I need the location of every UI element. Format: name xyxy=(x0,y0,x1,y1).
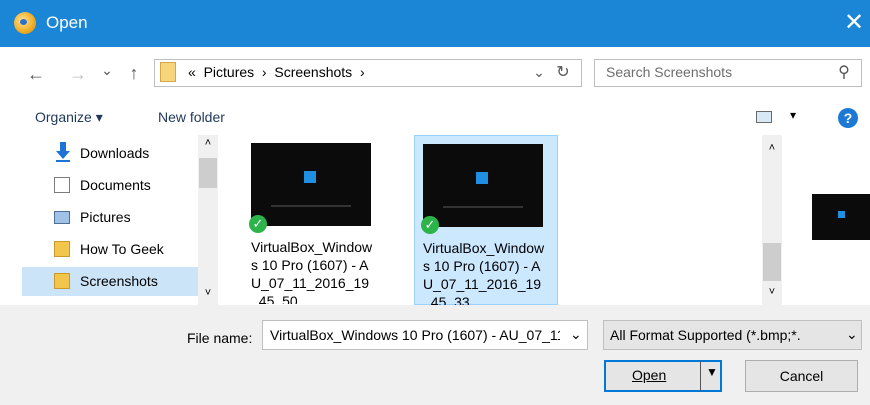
sidebar-item-label: Screenshots xyxy=(80,273,158,289)
recent-locations-button[interactable]: ⌄ xyxy=(100,60,114,80)
chevron-down-icon[interactable]: ⌄ xyxy=(846,326,858,343)
open-dropdown-arrow-icon[interactable]: ▼ xyxy=(706,365,718,379)
title-bar xyxy=(0,0,870,47)
open-dialog-icon xyxy=(14,12,36,34)
sync-check-icon: ✓ xyxy=(249,215,267,233)
file-name-label: File name: xyxy=(187,330,253,346)
sidebar-item-screenshots[interactable]: Screenshots 📌 xyxy=(22,267,218,296)
pictures-icon xyxy=(54,211,70,224)
help-icon[interactable]: ? xyxy=(838,108,858,128)
up-button[interactable]: ↑ xyxy=(124,63,144,83)
file-name: VirtualBox_Windows 10 Pro (1607) - AU_07… xyxy=(251,239,373,304)
sidebar-item-label: Pictures xyxy=(80,209,131,225)
sidebar-item-downloads[interactable]: Downloads 📌 xyxy=(22,139,218,168)
content-scroll-down-button[interactable]: ˅ xyxy=(766,286,778,298)
cancel-button[interactable]: Cancel xyxy=(745,360,858,392)
folder-icon xyxy=(160,62,176,82)
back-button[interactable]: ← xyxy=(24,64,48,84)
refresh-icon[interactable]: ↻ xyxy=(553,63,573,83)
sidebar-item-label: How To Geek xyxy=(80,241,164,257)
view-dropdown-button[interactable]: ▾ xyxy=(790,108,796,122)
windows-logo-icon xyxy=(476,172,488,184)
sidebar-scroll-down-button[interactable]: ˅ xyxy=(202,287,214,299)
organize-button[interactable]: Organize ▾ xyxy=(35,109,103,126)
windows-logo-icon xyxy=(838,211,845,218)
preview-pane-thumbnail xyxy=(812,194,870,240)
content-scroll-thumb[interactable] xyxy=(763,243,781,281)
breadcrumb[interactable]: « Pictures › Screenshots › xyxy=(188,64,365,80)
sidebar-item-label: Downloads xyxy=(80,145,150,161)
file-item[interactable]: ✓ VirtualBox_Windows 10 Pro (1607) - AU_… xyxy=(414,135,558,305)
sidebar-item-how-to-geek[interactable]: How To Geek 📌 xyxy=(22,235,218,264)
file-thumbnail xyxy=(251,143,371,226)
split-divider xyxy=(700,361,701,391)
file-name: VirtualBox_Windows 10 Pro (1607) - AU_07… xyxy=(423,240,545,305)
file-item[interactable]: ✓ VirtualBox_Windows 10 Pro (1607) - AU_… xyxy=(243,135,377,305)
close-button[interactable]: ✕ xyxy=(838,6,870,40)
sidebar-item-pictures[interactable]: Pictures 📌 xyxy=(22,203,218,232)
document-icon xyxy=(54,177,70,193)
window-title: Open xyxy=(46,13,88,32)
folder-synced-icon xyxy=(54,241,70,257)
view-options-icon[interactable] xyxy=(756,111,772,123)
search-input[interactable]: Search Screenshots xyxy=(606,64,732,80)
forward-button[interactable]: → xyxy=(68,64,88,84)
sidebar-scroll-up-button[interactable]: ˄ xyxy=(202,137,214,149)
content-scroll-up-button[interactable]: ˄ xyxy=(766,142,778,154)
file-type-value[interactable]: All Format Supported (*.bmp;*. xyxy=(610,327,842,343)
windows-logo-icon xyxy=(304,171,316,183)
sidebar-item-documents[interactable]: Documents 📌 xyxy=(22,171,218,200)
file-name-input[interactable]: VirtualBox_Windows 10 Pro (1607) - AU_07… xyxy=(270,327,560,343)
new-folder-button[interactable]: New folder xyxy=(158,109,225,125)
search-icon[interactable]: ⚲ xyxy=(834,63,854,83)
file-thumbnail xyxy=(423,144,543,227)
sidebar-scroll-thumb[interactable] xyxy=(199,158,217,188)
download-arrow-icon xyxy=(56,142,70,162)
open-button-label[interactable]: Open xyxy=(632,367,666,383)
sidebar-item-label: Documents xyxy=(80,177,151,193)
sync-check-icon: ✓ xyxy=(421,216,439,234)
chevron-down-icon[interactable]: ⌄ xyxy=(570,326,582,343)
address-dropdown-button[interactable]: ⌄ xyxy=(532,62,546,82)
folder-synced-icon xyxy=(54,273,70,289)
